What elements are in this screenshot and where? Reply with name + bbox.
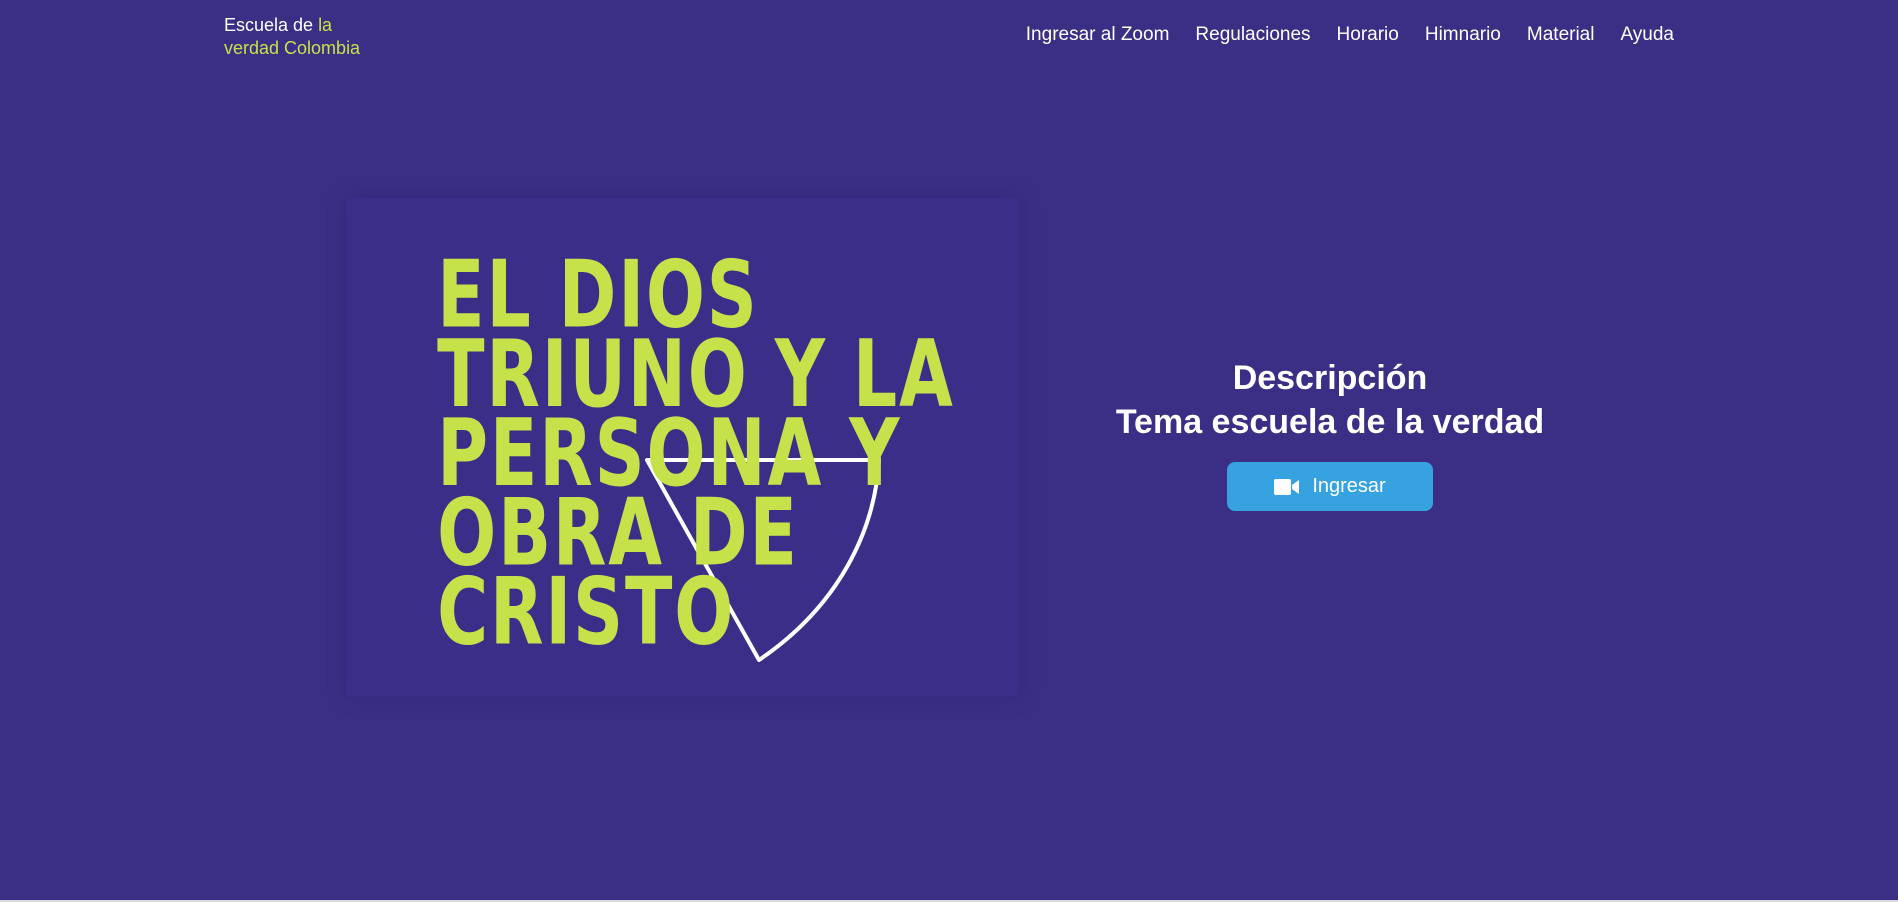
nav-item-material: Material: [1527, 24, 1595, 46]
hero-image-line-5: CRISTO: [437, 559, 735, 666]
brand-logo[interactable]: Escuela de la verdad Colombia: [224, 14, 360, 60]
brand-text-part2: la: [318, 15, 333, 35]
nav-item-ayuda: Ayuda: [1620, 24, 1674, 46]
hero-image: EL DIOS TRIUNO Y LA PERSONA Y OBRA DE CR…: [347, 198, 1019, 696]
nav-link-regulaciones[interactable]: Regulaciones: [1195, 24, 1310, 45]
nav-link-material[interactable]: Material: [1527, 24, 1595, 45]
navbar: Escuela de la verdad Colombia Ingresar a…: [0, 0, 1898, 78]
hero-copy: Descripción Tema escuela de la verdad In…: [1000, 356, 1660, 511]
nav-item-regulaciones: Regulaciones: [1195, 24, 1310, 46]
nav-item-himnario: Himnario: [1425, 24, 1501, 46]
nav-link-horario[interactable]: Horario: [1337, 24, 1399, 45]
nav-link-ayuda[interactable]: Ayuda: [1620, 24, 1674, 45]
video-camera-icon: [1274, 478, 1300, 495]
hero-subtitle: Tema escuela de la verdad: [1115, 403, 1545, 441]
page: Escuela de la verdad Colombia Ingresar a…: [0, 0, 1898, 902]
nav-link-himnario[interactable]: Himnario: [1425, 24, 1501, 45]
brand-text-part1: Escuela de: [224, 15, 319, 35]
nav-link-zoom[interactable]: Ingresar al Zoom: [1026, 24, 1170, 45]
hero-title: Descripción: [1232, 359, 1428, 397]
nav-menu: Ingresar al Zoom Regulaciones Horario Hi…: [1026, 24, 1674, 46]
nav-item-horario: Horario: [1337, 24, 1399, 46]
hero-image-graphic: EL DIOS TRIUNO Y LA PERSONA Y OBRA DE CR…: [347, 198, 1019, 696]
nav-item-zoom: Ingresar al Zoom: [1026, 24, 1170, 46]
brand-text-part3: verdad Colombia: [224, 38, 361, 58]
ingresar-button[interactable]: Ingresar: [1227, 462, 1433, 511]
ingresar-button-label: Ingresar: [1312, 475, 1386, 497]
